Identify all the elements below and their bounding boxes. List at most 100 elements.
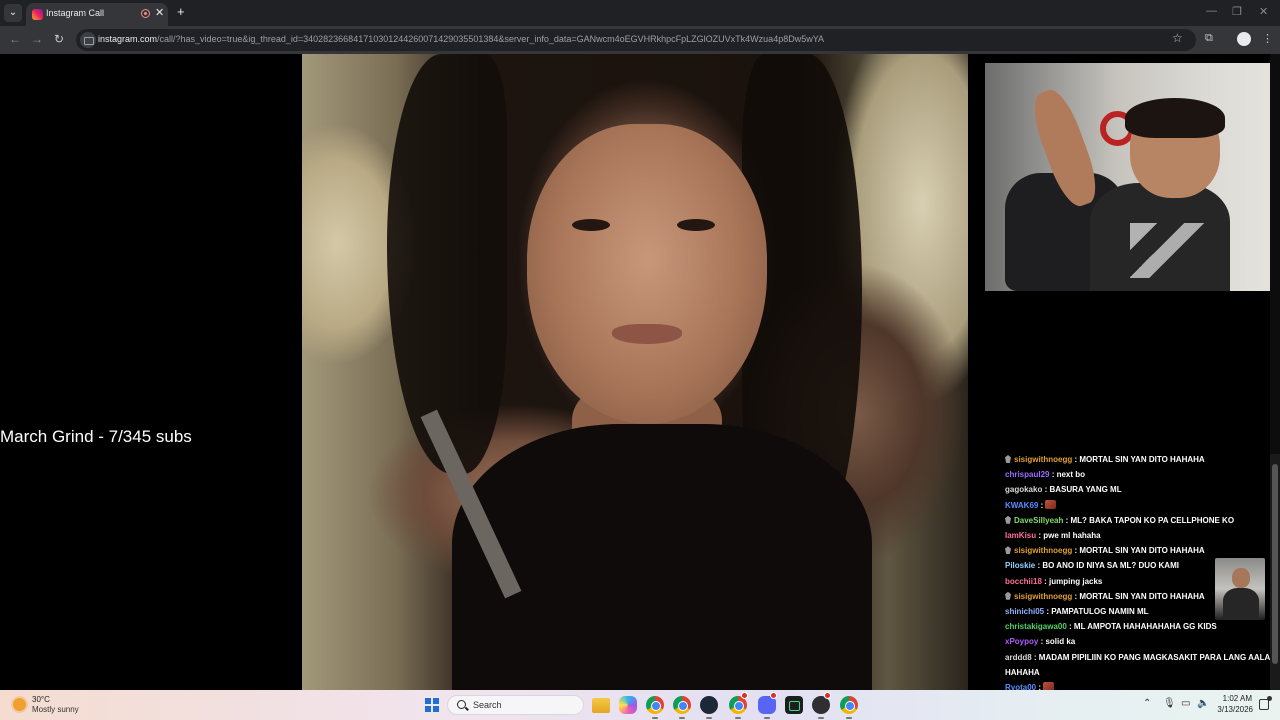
running-indicator (846, 717, 852, 719)
chat-username: shinichi05 (1005, 607, 1045, 616)
chat-separator: : (1049, 470, 1057, 480)
chat-separator: : (1041, 576, 1050, 586)
weather-sun-icon[interactable] (13, 698, 26, 711)
site-info-icon[interactable] (80, 32, 96, 48)
file-explorer-icon[interactable] (592, 698, 610, 713)
running-indicator (735, 717, 741, 719)
url-path: /call/?has_video=true&ig_thread_id=34028… (157, 34, 825, 44)
chat-username: Piloskie (1005, 561, 1036, 571)
chrome-icon[interactable] (646, 696, 664, 714)
notification-badge (824, 692, 831, 699)
browser-toolbar: ← → ↻ instagram.com/call/?has_video=true… (0, 26, 1280, 54)
subscriber-badge-icon (1005, 455, 1011, 463)
chat-text: MADAM PIPILIIN KO PANG MAGKASAKIT PARA L… (1038, 652, 1280, 662)
chevron-up-icon[interactable]: ⌃ (1143, 698, 1151, 709)
chat-message: sisigwithnoegg : MORTAL SIN YAN DITO HAH… (1005, 454, 1205, 465)
forward-arrow-icon[interactable]: → (31, 32, 43, 46)
running-indicator (706, 717, 712, 719)
subscriber-badge-icon (1005, 591, 1011, 600)
back-arrow-icon[interactable]: ← (9, 32, 21, 46)
chat-text: jumping jacks (1049, 576, 1103, 586)
chat-username: chrispaul29 (1005, 470, 1050, 480)
chat-message: christakigawa00 : ML AMPOTA HAHAHAHAHA G… (1005, 621, 1217, 632)
windows-start-icon[interactable] (425, 698, 439, 712)
chat-text: MORTAL SIN YAN DITO HAHAHA (1079, 591, 1205, 601)
running-indicator (764, 717, 770, 719)
chat-message: gagokako : BASURA YANG ML (1005, 484, 1122, 495)
chat-separator: : (1036, 683, 1044, 690)
chat-username: sisigwithnoegg (1014, 591, 1073, 601)
chat-separator: : (1066, 622, 1074, 632)
microphone-icon[interactable]: 🎙 (1163, 698, 1176, 709)
volume-icon[interactable]: 🔈 (1197, 698, 1209, 709)
chat-username: sisigwithnoegg (1014, 455, 1073, 464)
recording-icon (141, 9, 150, 18)
taskbar-search[interactable]: Search (447, 695, 584, 715)
new-tab-button[interactable]: + (177, 4, 185, 19)
chat-message: sisigwithnoegg : MORTAL SIN YAN DITO HAH… (1005, 545, 1205, 556)
running-indicator (679, 717, 685, 719)
remote-video-feed (302, 54, 968, 690)
chat-message: xPoypoy : solid ka (1005, 636, 1075, 647)
chat-text: solid ka (1045, 637, 1076, 647)
video-shape (1223, 588, 1259, 620)
close-window-icon[interactable]: ✕ (1259, 5, 1268, 18)
chat-username: sisigwithnoegg (1014, 546, 1073, 556)
chevron-down-icon: ⌄ (8, 7, 18, 18)
chat-message: sisigwithnoegg : MORTAL SIN YAN DITO HAH… (1005, 591, 1205, 602)
chat-separator: : (1038, 500, 1046, 510)
chat-text: HAHAHA (1005, 667, 1040, 677)
video-shape (1130, 223, 1210, 278)
chat-emote-icon (1045, 499, 1057, 509)
chrome-icon[interactable] (840, 696, 858, 714)
url-text[interactable]: instagram.com/call/?has_video=true&ig_th… (98, 34, 824, 44)
scrollbar-thumb[interactable] (1272, 464, 1278, 664)
weather-desc[interactable]: Mostly sunny (32, 705, 79, 714)
profile-avatar[interactable] (1237, 32, 1251, 46)
chat-text: PAMPATULOG NAMIN ML (1051, 607, 1149, 616)
self-video-feed (985, 63, 1280, 291)
search-icon (457, 700, 466, 709)
video-shape (572, 219, 610, 231)
display-icon[interactable]: ▭ (1181, 698, 1190, 709)
copilot-icon[interactable] (619, 696, 637, 714)
notification-badge (741, 692, 748, 699)
chat-username: KWAK69 (1005, 500, 1039, 510)
minimize-icon[interactable]: — (1206, 5, 1217, 17)
subscriber-badge-icon (1005, 546, 1011, 555)
tab-search-button[interactable]: ⌄ (4, 4, 22, 22)
chat-scrollbar[interactable] (1270, 454, 1280, 690)
extensions-icon[interactable]: ⧉ (1205, 32, 1213, 45)
search-label: Search (473, 700, 502, 710)
menu-kebab-icon[interactable]: ⋮ (1262, 32, 1273, 45)
chat-text: ML AMPOTA HAHAHAHAHA GG KIDS (1073, 622, 1217, 632)
video-shape (612, 324, 682, 344)
running-indicator (818, 717, 824, 719)
chrome-icon[interactable] (673, 696, 691, 714)
chat-separator: : (1031, 652, 1039, 662)
taskbar: 30°C Mostly sunny Search ⌃ 🎙 ▭ 🔈 1:02 AM… (0, 690, 1280, 720)
notifications-icon[interactable] (1259, 696, 1272, 710)
chat-message: bocchii18 : jumping jacks (1005, 576, 1102, 587)
chat-username: arddd8 (1005, 652, 1032, 662)
call-page: March Grind - 7/345 subs sisigwithnoegg … (0, 54, 1280, 690)
chat-username: Ryota00 (1005, 683, 1037, 690)
stream-overlay-text: March Grind - 7/345 subs (0, 427, 192, 446)
address-bar[interactable]: instagram.com/call/?has_video=true&ig_th… (76, 29, 1196, 51)
close-tab-icon[interactable]: ✕ (155, 6, 164, 19)
steam-icon[interactable] (700, 696, 718, 714)
reload-icon[interactable]: ↻ (54, 32, 64, 46)
restore-icon[interactable]: ❐ (1232, 5, 1242, 18)
video-shape (387, 54, 507, 474)
video-shape (1232, 568, 1250, 588)
clock-time[interactable]: 1:02 AM (1222, 694, 1252, 703)
tab-instagram-call[interactable]: Instagram Call ✕ (26, 3, 168, 26)
chat-text: pwe ml hahaha (1043, 531, 1101, 540)
chat-message: HAHAHA (1005, 667, 1040, 678)
chat-message: shinichi05 : PAMPATULOG NAMIN ML (1005, 606, 1149, 617)
bookmark-star-icon[interactable]: ☆ (1172, 31, 1183, 45)
clock-date[interactable]: 3/13/2026 (1215, 705, 1253, 714)
terminal-icon[interactable] (785, 696, 803, 714)
chat-text: ML? BAKA TAPON KO PA CELLPHONE KO (1070, 515, 1235, 525)
weather-temp[interactable]: 30°C (32, 695, 50, 704)
